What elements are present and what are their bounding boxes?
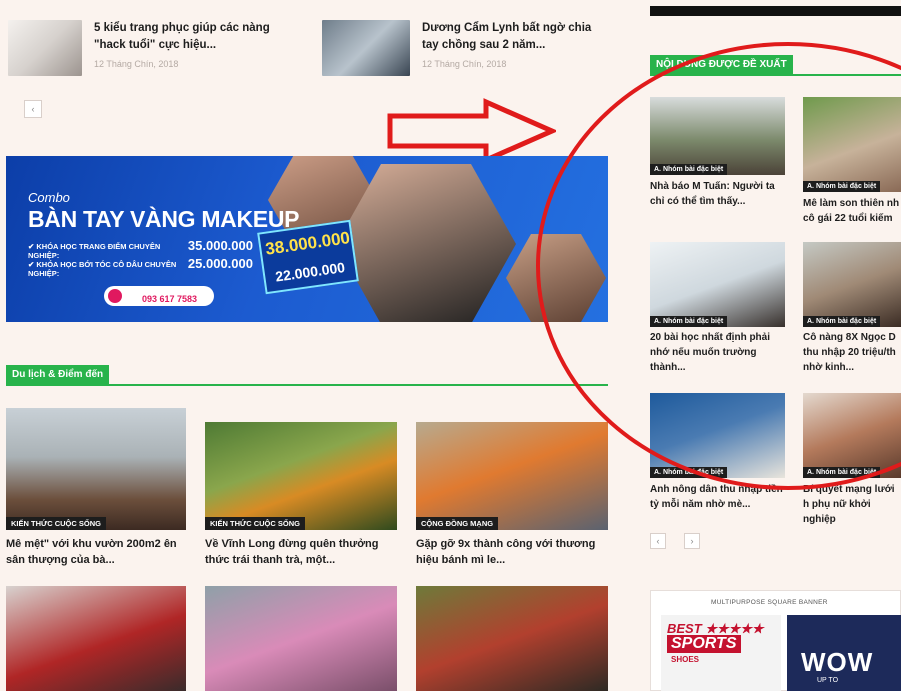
sidebar-prev-button[interactable]: ‹ <box>650 533 666 549</box>
card-title[interactable]: Mê mệt" với khu vườn 200m2 ên sân thượng… <box>6 536 196 568</box>
pager-prev-button[interactable]: ‹ <box>24 100 42 118</box>
wow-ad[interactable]: WOW UP TO <box>787 615 901 691</box>
card-image[interactable]: KIẾN THỨC CUỘC SỐNG <box>6 408 186 530</box>
banner-headline: BÀN TAY VÀNG MAKEUP <box>28 206 300 232</box>
card-image[interactable] <box>205 586 397 691</box>
sidebar-top-bar <box>650 6 901 16</box>
card-title[interactable]: Gặp gỡ 9x thành công với thương hiệu bán… <box>416 536 606 568</box>
square-banner-ad[interactable]: MULTIPURPOSE SQUARE BANNER BEST ★★★★★ SP… <box>650 590 901 691</box>
top-post-1[interactable]: 5 kiểu trang phục giúp các nàng "hack tu… <box>8 20 274 76</box>
hotline-pill[interactable]: 093 617 7583 <box>104 286 214 306</box>
phone-icon <box>108 289 122 303</box>
ad-sports-text: SPORTS <box>667 635 741 653</box>
hotline-number: 093 617 7583 <box>142 294 198 304</box>
sidebar-next-button[interactable]: › <box>684 533 700 549</box>
section-header: Du lịch & Điểm đến <box>6 364 608 386</box>
card-image[interactable]: KIẾN THỨC CUỘC SỐNG <box>205 422 397 530</box>
post-thumbnail[interactable] <box>322 20 410 76</box>
card-image[interactable] <box>6 586 186 691</box>
ad-shoes-text: SHOES <box>671 655 700 664</box>
ad-upto-text: UP TO <box>817 677 839 684</box>
ad-label: MULTIPURPOSE SQUARE BANNER <box>711 599 828 606</box>
makeup-banner-ad[interactable]: Combo BÀN TAY VÀNG MAKEUP ✔ KHÓA HỌC TRA… <box>6 156 608 322</box>
price-card: 38.000.000 22.000.000 <box>257 219 359 295</box>
post-thumbnail[interactable] <box>8 20 82 76</box>
card-tag[interactable]: KIẾN THỨC CUỘC SỐNG <box>6 517 106 530</box>
card-title[interactable]: Về Vĩnh Long đừng quên thưởng thức trái … <box>205 536 395 568</box>
red-circle-highlight <box>536 42 901 490</box>
course-label: ✔ KHÓA HỌC TRANG ĐIỂM CHUYÊN NGHIỆP: <box>28 242 161 260</box>
banner-course-2: ✔ KHÓA HỌC BỚI TÓC CÔ DÂU CHUYÊN NGHIỆP:… <box>28 256 253 278</box>
sports-shoes-ad[interactable]: BEST ★★★★★ SPORTS SHOES <box>661 615 781 691</box>
card-image[interactable] <box>416 586 608 691</box>
card-tag[interactable]: CỘNG ĐỒNG MẠNG <box>416 517 499 530</box>
section-title[interactable]: Du lịch & Điểm đến <box>6 365 110 385</box>
course-label: ✔ KHÓA HỌC BỚI TÓC CÔ DÂU CHUYÊN NGHIỆP: <box>28 260 177 278</box>
old-total-price: 38.000.000 <box>264 228 352 259</box>
course-price: 25.000.000 <box>187 256 253 271</box>
card-tag[interactable]: KIẾN THỨC CUỘC SỐNG <box>205 517 305 530</box>
banner-combo-label: Combo <box>28 190 70 205</box>
post-date: 12 Tháng Chín, 2018 <box>94 59 179 69</box>
new-total-price: 22.000.000 <box>274 259 346 285</box>
ad-wow-text: WOW <box>801 647 874 677</box>
post-title[interactable]: 5 kiểu trang phục giúp các nàng "hack tu… <box>94 20 274 54</box>
